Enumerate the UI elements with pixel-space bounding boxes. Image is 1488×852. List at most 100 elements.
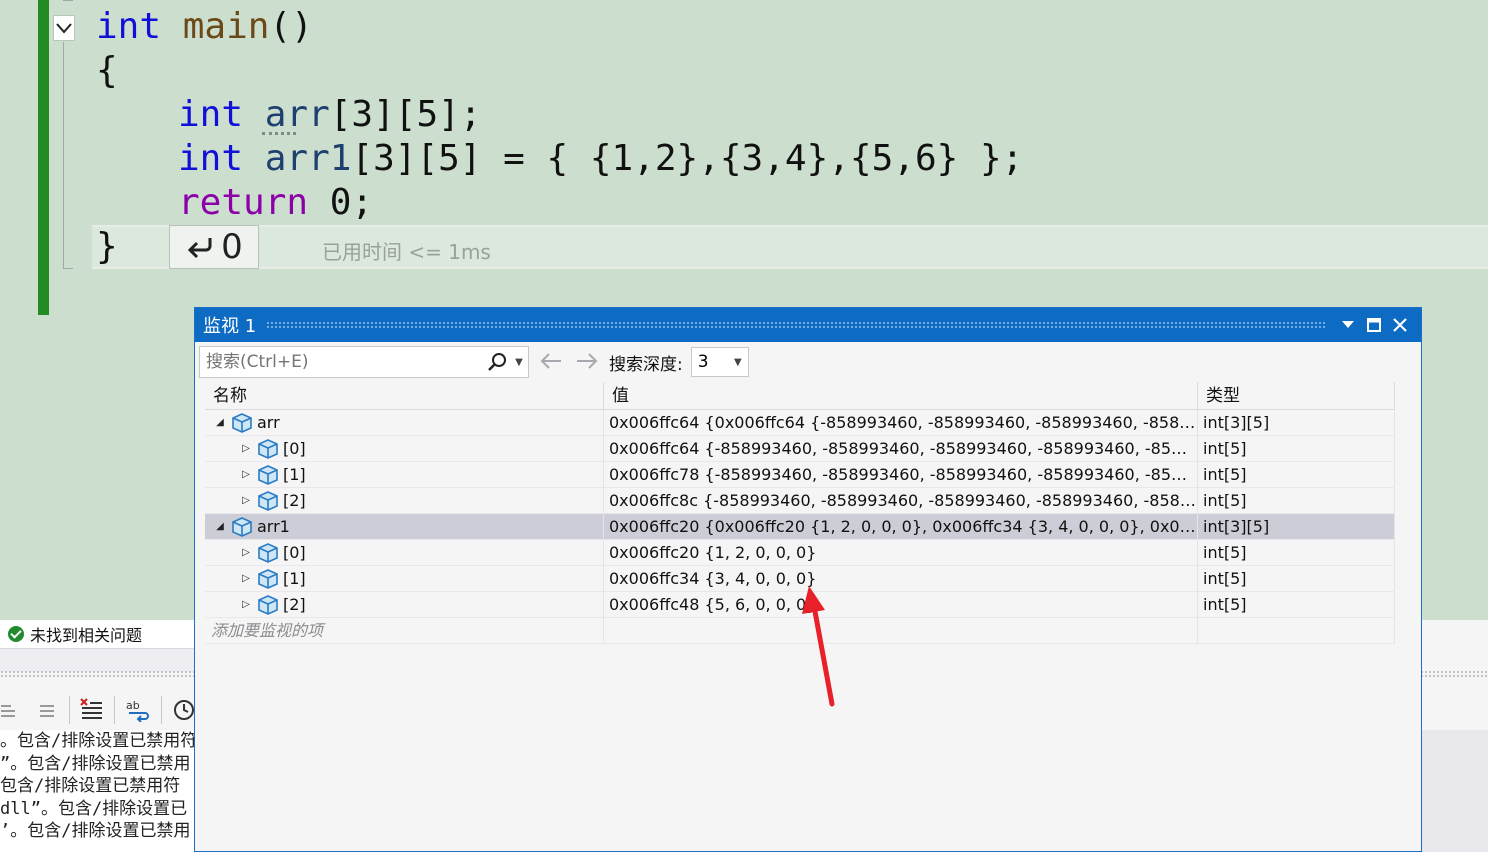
chevron-down-icon: ▼ <box>734 356 742 368</box>
watch-value-cell[interactable]: 0x006ffc78 {-858993460, -858993460, -858… <box>604 462 1198 487</box>
watch-name-cell[interactable]: ▷ [1] <box>205 462 604 487</box>
code-line-3[interactable]: int arr[3][5]; <box>178 93 481 137</box>
code-editor[interactable]: int main() { int arr[3][5]; int arr1[3][… <box>0 0 1488 315</box>
watch-value-cell[interactable]: 0x006ffc48 {5, 6, 0, 0, 0} <box>604 592 1198 617</box>
clear-all-icon[interactable] <box>80 695 104 725</box>
collapsed-triangle-icon[interactable]: ▷ <box>239 488 253 513</box>
empty-cell <box>604 618 1198 643</box>
keyword: int <box>96 6 162 47</box>
watch-type-cell: int[5] <box>1198 462 1395 487</box>
watch-type-cell: int[5] <box>1198 436 1395 461</box>
add-watch-placeholder[interactable]: 添加要监视的项 <box>205 618 604 643</box>
watch-title: 监视 1 <box>203 316 257 337</box>
fold-guide-line <box>63 42 64 268</box>
output-text-area[interactable]: 。包含/排除设置已禁用符 ”。包含/排除设置已禁用 包含/排除设置已禁用符 dl… <box>0 730 196 852</box>
watch-search-box[interactable]: ▼ <box>199 346 529 378</box>
current-line-highlight <box>92 225 1488 269</box>
function-name: main <box>182 6 270 47</box>
watch-name: arr <box>257 412 280 432</box>
search-previous-button[interactable] <box>537 350 565 375</box>
variable-cube-icon <box>231 412 253 434</box>
watch-value-cell[interactable]: 0x006ffc34 {3, 4, 0, 0, 0} <box>604 566 1198 591</box>
watch-name-cell[interactable]: ◢ arr1 <box>205 514 604 539</box>
collapsed-triangle-icon[interactable]: ▷ <box>239 566 253 591</box>
collapsed-triangle-icon[interactable]: ▷ <box>239 592 253 617</box>
watch-name: [1] <box>283 464 306 484</box>
return-value-badge: 0 <box>169 225 259 269</box>
align-left-icon[interactable] <box>0 695 24 725</box>
column-header-name[interactable]: 名称 <box>205 382 604 409</box>
output-line: ’。包含/排除设置已禁用 <box>0 821 191 841</box>
expanded-triangle-icon[interactable]: ◢ <box>213 514 227 539</box>
window-menu-button[interactable] <box>1335 312 1361 338</box>
watch-row[interactable]: ▷ [0] 0x006ffc64 {-858993460, -858993460, … <box>205 436 1395 462</box>
watch-type-cell: int[5] <box>1198 540 1395 565</box>
watch-toolbar: ▼ 搜索深度: 3 ▼ <box>195 342 1421 382</box>
watch-type-cell: int[5] <box>1198 488 1395 513</box>
clock-icon[interactable] <box>172 695 196 725</box>
watch-name-cell[interactable]: ▷ [2] <box>205 592 604 617</box>
code-text: { <box>96 50 118 91</box>
close-button[interactable] <box>1387 312 1413 338</box>
watch-type-cell: int[3][5] <box>1198 514 1395 539</box>
watch-name-cell[interactable]: ◢ arr <box>205 410 604 435</box>
watch-type-cell: int[5] <box>1198 592 1395 617</box>
expanded-triangle-icon[interactable]: ◢ <box>213 410 227 435</box>
watch-value-cell[interactable]: 0x006ffc20 {0x006ffc20 {1, 2, 0, 0, 0}, … <box>604 514 1198 539</box>
watch-title-bar[interactable]: 监视 1 <box>195 308 1421 342</box>
panel-grip[interactable] <box>0 670 196 678</box>
watch-row[interactable]: ▷ [2] 0x006ffc8c {-858993460, -858993460, … <box>205 488 1395 514</box>
code-text: () <box>269 6 313 47</box>
search-options-dropdown[interactable]: ▼ <box>510 357 528 368</box>
watch-row[interactable]: ◢ arr1 0x006ffc20 {0x006ffc20 {1, 2, 0, 0,… <box>205 514 1395 540</box>
watch-row[interactable]: ◢ arr 0x006ffc64 {0x006ffc64 {-858993460, … <box>205 410 1395 436</box>
issues-status-text: 未找到相关问题 <box>30 626 143 645</box>
variable-cube-icon <box>257 490 279 512</box>
align-down-icon[interactable] <box>34 695 58 725</box>
collapsed-triangle-icon[interactable]: ▷ <box>239 462 253 487</box>
empty-cell <box>1198 618 1395 643</box>
watch-value-cell[interactable]: 0x006ffc64 {0x006ffc64 {-858993460, -858… <box>604 410 1198 435</box>
return-arrow-icon <box>188 238 212 259</box>
code-line-4[interactable]: int arr1[3][5] = { {1,2},{3,4},{5,6} }; <box>178 137 1023 181</box>
code-line-2[interactable]: { <box>96 49 118 93</box>
watch-value-cell[interactable]: 0x006ffc8c {-858993460, -858993460, -858… <box>604 488 1198 513</box>
search-depth-select[interactable]: 3 ▼ <box>690 347 749 377</box>
search-depth-value: 3 <box>697 352 709 372</box>
watch-name-cell[interactable]: ▷ [2] <box>205 488 604 513</box>
search-icon[interactable] <box>484 352 510 372</box>
title-grip[interactable] <box>266 321 1325 329</box>
output-line: 包含/排除设置已禁用符 <box>0 776 181 796</box>
watch-name: arr1 <box>257 516 290 536</box>
arrow-right-icon <box>577 352 598 369</box>
variable-cube-icon <box>257 542 279 564</box>
column-header-value[interactable]: 值 <box>604 382 1198 409</box>
issues-status[interactable]: 未找到相关问题 <box>0 620 196 648</box>
code-line-5[interactable]: return 0; <box>178 181 373 225</box>
watch-search-input[interactable] <box>206 352 484 372</box>
watch-value-cell[interactable]: 0x006ffc20 {1, 2, 0, 0, 0} <box>604 540 1198 565</box>
fold-guide-end <box>63 268 73 269</box>
maximize-button[interactable] <box>1361 312 1387 338</box>
panel-grip[interactable] <box>1420 670 1488 678</box>
column-header-type[interactable]: 类型 <box>1198 382 1395 409</box>
watch-row[interactable]: ▷ [0] 0x006ffc20 {1, 2, 0, 0, 0} int[5] <box>205 540 1395 566</box>
watch-value-cell[interactable]: 0x006ffc64 {-858993460, -858993460, -858… <box>604 436 1198 461</box>
elapsed-time-hint: 已用时间 <= 1ms <box>322 240 491 264</box>
word-wrap-icon[interactable]: ab <box>125 695 151 725</box>
code-line-1[interactable]: int main() <box>96 5 313 49</box>
watch-name-cell[interactable]: ▷ [0] <box>205 436 604 461</box>
variable-cube-icon <box>257 594 279 616</box>
watch-name-cell[interactable]: ▷ [0] <box>205 540 604 565</box>
collapsed-triangle-icon[interactable]: ▷ <box>239 540 253 565</box>
panel-divider <box>0 648 196 672</box>
watch-name-cell[interactable]: ▷ [1] <box>205 566 604 591</box>
code-line-6[interactable]: } <box>96 225 118 269</box>
intellisense-dots <box>262 131 296 135</box>
search-next-button[interactable] <box>573 350 601 375</box>
collapse-toggle[interactable] <box>53 15 75 41</box>
collapsed-triangle-icon[interactable]: ▷ <box>239 436 253 461</box>
toolbar-separator <box>113 696 115 724</box>
return-value: 0 <box>221 227 243 267</box>
watch-row[interactable]: ▷ [1] 0x006ffc78 {-858993460, -858993460, … <box>205 462 1395 488</box>
